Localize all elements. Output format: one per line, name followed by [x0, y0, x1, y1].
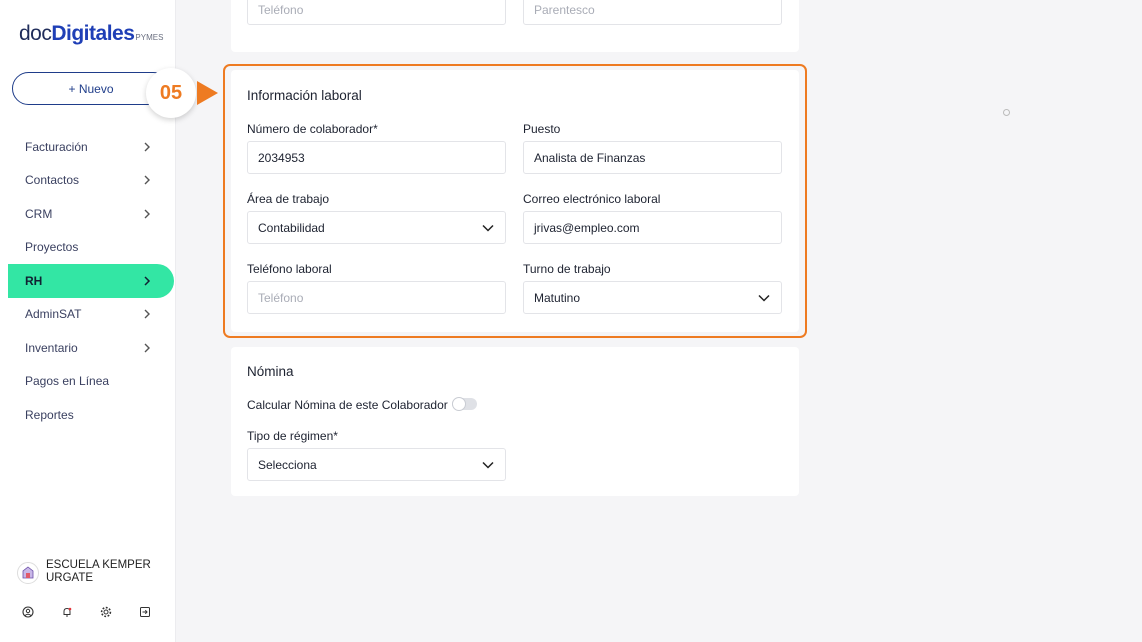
contacto-emergencia-card: Teléfono Parentesco — [231, 0, 799, 52]
tipo-regimen-select[interactable]: Selecciona — [247, 448, 506, 481]
chevron-right-icon — [144, 142, 150, 152]
sidebar-item-contactos[interactable]: Contactos — [0, 164, 176, 198]
sidebar-item-facturacion[interactable]: Facturación — [0, 130, 176, 164]
sidebar-item-inventario[interactable]: Inventario — [0, 331, 176, 365]
school-logo-icon — [22, 566, 34, 579]
emergency-phone-field[interactable]: Teléfono — [247, 0, 506, 25]
logout-icon[interactable] — [138, 605, 152, 619]
telefono-laboral-label: Teléfono laboral — [247, 262, 332, 276]
user-name: ESCUELA KEMPER URGATE — [46, 559, 151, 584]
puesto-field[interactable]: Analista de Finanzas — [523, 141, 782, 174]
app-logo[interactable]: doc Digitales PYMES — [19, 22, 163, 46]
circle-indicator-icon — [1003, 109, 1010, 116]
sidebar-item-label: Contactos — [25, 173, 80, 188]
logo-doc: doc — [19, 22, 52, 45]
chevron-down-icon — [482, 224, 494, 232]
puesto-label: Puesto — [523, 122, 561, 136]
chevron-right-icon — [144, 209, 150, 219]
chevron-right-icon — [144, 276, 151, 286]
area-trabajo-label: Área de trabajo — [247, 192, 330, 206]
area-trabajo-value: Contabilidad — [258, 220, 325, 235]
sidebar-item-reportes[interactable]: Reportes — [0, 398, 176, 432]
bottom-toolbar — [21, 605, 152, 619]
sidebar-item-label: Pagos en Línea — [25, 374, 110, 389]
gear-icon[interactable] — [99, 605, 113, 619]
numero-colaborador-field[interactable]: 2034953 — [247, 141, 506, 174]
sidebar-item-proyectos[interactable]: Proyectos — [0, 231, 176, 265]
chevron-right-icon — [144, 175, 150, 185]
tipo-regimen-label: Tipo de régimen* — [247, 429, 338, 443]
bell-icon[interactable] — [60, 605, 74, 619]
step-badge: 05 — [146, 68, 196, 118]
sidebar-item-label: Proyectos — [25, 240, 79, 255]
sidebar-item-crm[interactable]: CRM — [0, 197, 176, 231]
emergency-relationship-field[interactable]: Parentesco — [523, 0, 782, 25]
correo-laboral-field[interactable]: jrivas@empleo.com — [523, 211, 782, 244]
sidebar-item-label: Reportes — [25, 407, 74, 422]
calcular-nomina-toggle[interactable] — [452, 397, 477, 411]
chevron-right-icon — [144, 309, 150, 319]
nomina-card: Nómina Calcular Nómina de este Colaborad… — [231, 347, 799, 496]
calcular-nomina-label: Calcular Nómina de este Colaborador — [247, 398, 448, 412]
chevron-down-icon — [758, 294, 770, 302]
correo-laboral-label: Correo electrónico laboral — [523, 192, 661, 206]
turno-trabajo-select[interactable]: Matutino — [523, 281, 782, 314]
sidebar-item-pagos-en-linea[interactable]: Pagos en Línea — [0, 365, 176, 399]
turno-trabajo-value: Matutino — [534, 290, 581, 305]
section-title: Información laboral — [247, 88, 362, 103]
logo-digitales: Digitales — [51, 22, 135, 45]
numero-colaborador-label: Número de colaborador* — [247, 122, 378, 136]
sidebar-item-label: AdminSAT — [25, 307, 82, 322]
user-account[interactable]: ESCUELA KEMPER URGATE — [17, 559, 156, 585]
sidebar-item-rh[interactable]: RH — [8, 264, 174, 298]
sidebar-item-adminsat[interactable]: AdminSAT — [0, 298, 176, 332]
sidebar-item-label: Facturación — [25, 139, 88, 154]
turno-trabajo-label: Turno de trabajo — [523, 262, 611, 276]
sidebar-item-label: Inventario — [25, 340, 78, 355]
toggle-knob — [452, 397, 466, 411]
chevron-right-icon — [144, 343, 150, 353]
telefono-laboral-field[interactable]: Teléfono — [247, 281, 506, 314]
user-icon[interactable] — [21, 605, 35, 619]
area-trabajo-select[interactable]: Contabilidad — [247, 211, 506, 244]
sidebar-item-label: RH — [25, 273, 43, 288]
avatar — [17, 562, 39, 584]
tipo-regimen-value: Selecciona — [258, 457, 317, 472]
informacion-laboral-card: Información laboral Número de colaborado… — [231, 70, 799, 332]
chevron-down-icon — [482, 461, 494, 469]
logo-pymes: PYMES — [135, 33, 164, 42]
sidebar-item-label: CRM — [25, 206, 53, 221]
section-title: Nómina — [247, 364, 294, 379]
step-arrow-icon — [197, 81, 218, 105]
sidebar-nav: Facturación Contactos CRM Proyectos RH A… — [0, 130, 176, 432]
